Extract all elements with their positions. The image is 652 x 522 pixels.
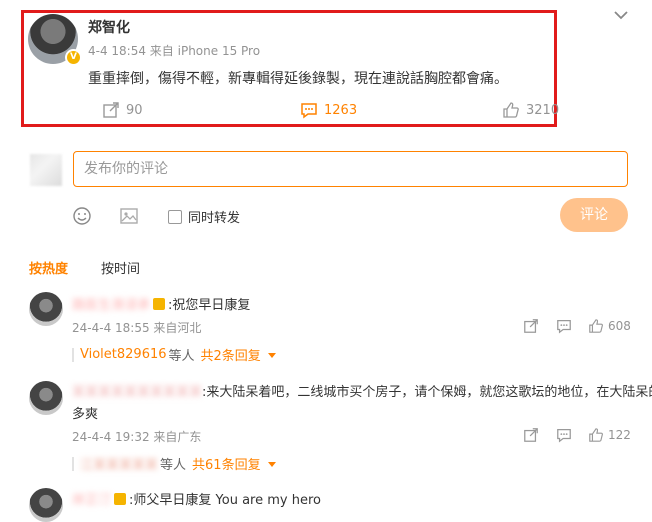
comment-like-button[interactable]: 122 [588,427,631,443]
fan-badge-icon [153,297,166,310]
fan-badge-icon [114,492,127,505]
repost-icon [523,427,539,443]
comment-repost-button[interactable] [523,427,539,443]
comment-author-name[interactable]: 某某某某某某某某某某 [72,381,202,400]
comment-author-name[interactable]: 路医生滑浸承 [72,294,150,313]
submit-comment-button[interactable]: 评论 [560,198,628,232]
comment-reply-button[interactable] [556,427,572,443]
tab-time[interactable]: 按时间 [101,258,140,277]
reply-divider [72,456,74,471]
comment-header: 路医生滑浸承 :祝您早日康复 [72,294,250,313]
repost-checkbox[interactable]: 同时转发 [168,207,240,226]
repost-count: 90 [126,102,143,118]
repost-checkbox-label: 同时转发 [188,211,241,226]
comment-like-count: 608 [608,319,631,333]
comment-like-count: 122 [608,428,631,442]
post-time-source: 4-4 18:54 来自 iPhone 15 Pro [88,44,261,58]
thumbs-up-icon [502,101,520,119]
caret-down-icon [267,459,277,469]
reply-divider [72,347,74,362]
image-icon[interactable] [119,206,139,226]
caret-down-icon [267,350,277,360]
comment-button[interactable]: 1263 [300,101,357,119]
checkbox-box[interactable] [168,209,182,224]
reply-user[interactable]: 江某某某某某 [80,454,158,473]
thumbs-up-icon [588,318,604,334]
comment-repost-button[interactable] [523,318,539,334]
comment-time-source: 24-4-4 18:55 来自河北 [72,321,202,335]
current-user-avatar [30,154,62,186]
reply-user[interactable]: Violet829616 [80,347,167,362]
reply-summary[interactable]: Violet829616 等人 共2条回复 [72,345,277,364]
comment-text: :师父早日康复 You are my hero [129,493,321,508]
comment-avatar[interactable] [29,488,63,522]
comment-like-button[interactable]: 608 [588,318,631,334]
comment-icon [556,427,572,443]
collapse-chevron-icon[interactable] [612,6,630,24]
comment-text: :祝您早日康复 [168,298,251,313]
comment-icon [556,318,572,334]
author-name[interactable]: 郑智化 [88,17,130,37]
like-button[interactable]: 3210 [502,101,559,119]
comment-avatar[interactable] [29,292,63,326]
comment-author-name[interactable]: 岸芷汀 [72,489,111,508]
comment-reply-button[interactable] [556,318,572,334]
comment-time-source: 24-4-4 19:32 来自广东 [72,430,202,444]
comment-header: 岸芷汀 :师父早日康复 You are my hero [72,489,321,508]
reply-summary[interactable]: 江某某某某某 等人 共61条回复 [72,454,277,473]
comment-text-line2: 多爽 [72,407,99,422]
repost-icon [523,318,539,334]
reply-suffix: 等人 [168,349,195,364]
comment-icon [300,101,318,119]
thumbs-up-icon [588,427,604,443]
comment-avatar[interactable] [29,381,63,415]
emoji-icon[interactable] [72,206,92,226]
reply-suffix: 等人 [160,458,187,473]
comment-input[interactable]: 发布你的评论 [73,151,628,187]
like-count: 3210 [526,102,560,118]
repost-button[interactable]: 90 [102,101,143,119]
post-text: 重重摔倒，傷得不輕，新專輯得延後錄製，現在連說話胸腔都會痛。 [88,71,508,87]
reply-count-link[interactable]: 共61条回复 [192,454,261,473]
reply-count-link[interactable]: 共2条回复 [201,345,261,364]
tab-hot[interactable]: 按热度 [29,258,68,277]
comment-text: :来大陆呆着吧，二线城市买个房子，请个保姆，就您这歌坛的地位，在大陆呆的 [202,385,652,400]
verified-badge-icon: V [65,49,82,66]
comment-count: 1263 [324,102,358,118]
repost-icon [102,101,120,119]
comment-header: 某某某某某某某某某某 :来大陆呆着吧，二线城市买个房子，请个保姆，就您这歌坛的地… [72,381,652,400]
